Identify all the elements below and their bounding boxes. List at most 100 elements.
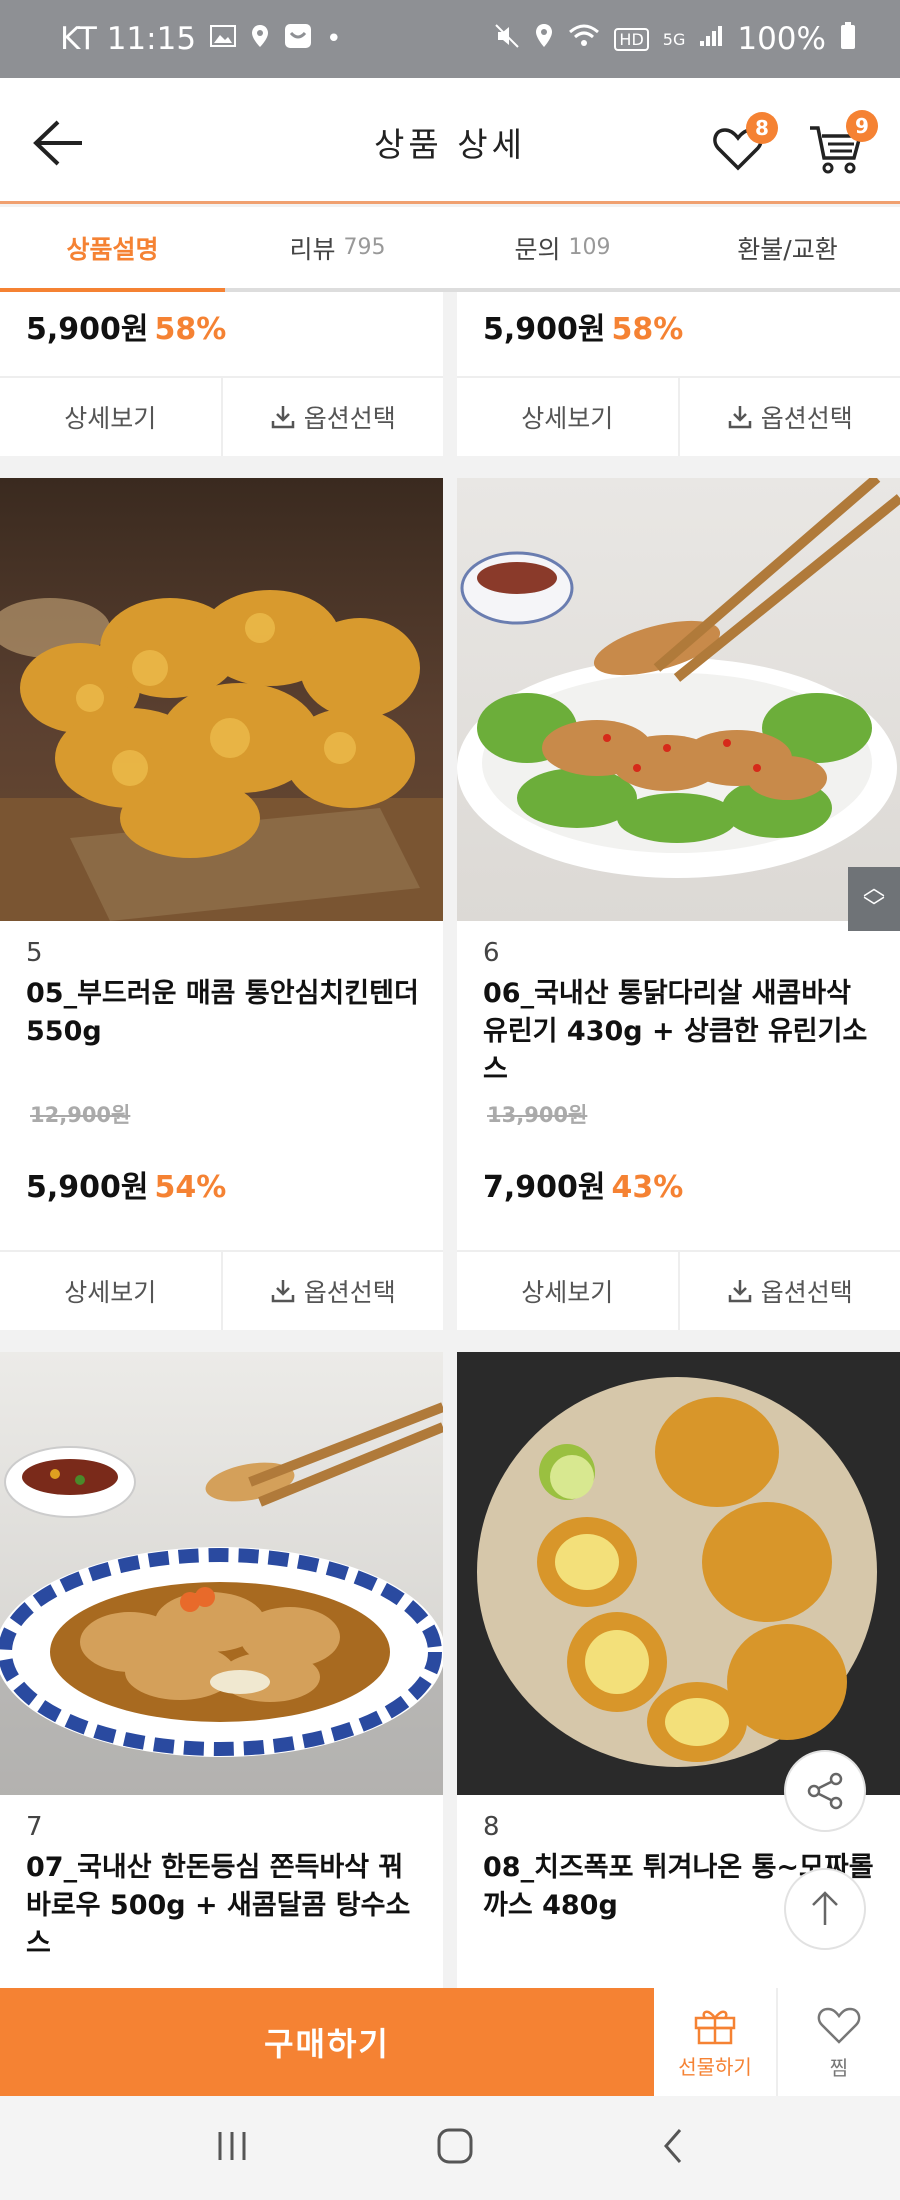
tab-count: 795 — [343, 235, 386, 260]
option-label: 옵션선택 — [760, 404, 853, 433]
wishlist-button[interactable]: 8 — [712, 112, 778, 172]
gift-icon — [694, 2010, 736, 2044]
battery-icon — [840, 21, 856, 57]
product-image[interactable] — [0, 478, 443, 921]
price-value: 5,900원 — [26, 1170, 149, 1205]
wishlist-count-badge: 8 — [746, 112, 778, 144]
product-card[interactable]: 7 07_국내산 한돈등심 쫀득바삭 꿔바로우 500g + 새콤달콤 탕수소스 — [0, 1352, 443, 1990]
detail-button[interactable]: 상세보기 — [457, 378, 678, 456]
detail-label: 상세보기 — [521, 1278, 614, 1307]
cart-count-badge: 9 — [846, 110, 878, 142]
system-back-button[interactable] — [658, 2126, 688, 2170]
tab-description[interactable]: 상품설명 — [0, 207, 225, 292]
detail-button[interactable]: 상세보기 — [0, 1252, 221, 1330]
card-actions: 상세보기 옵션선택 — [0, 1250, 443, 1330]
status-time: KT 11:15 — [60, 21, 197, 57]
tab-label: 환불/교환 — [737, 234, 838, 264]
product-number: 8 — [483, 1812, 500, 1842]
buy-button[interactable]: 구매하기 — [0, 1988, 654, 2096]
card-actions: 상세보기 옵션선택 — [457, 1250, 900, 1330]
status-right: HD 5G 100% — [494, 21, 856, 57]
share-button[interactable] — [784, 1750, 866, 1832]
download-icon — [271, 406, 294, 429]
heart-outline-icon — [817, 2007, 861, 2044]
tab-label: 문의 — [514, 234, 561, 264]
tab-count: 109 — [568, 235, 611, 260]
scroll-top-button[interactable] — [784, 1868, 866, 1950]
product-number: 7 — [26, 1812, 43, 1842]
option-label: 옵션선택 — [303, 404, 396, 433]
zzim-button[interactable]: 찜 — [778, 1988, 900, 2096]
product-card[interactable]: 5,900원 58% — [457, 292, 900, 376]
system-nav-bar — [0, 2096, 900, 2200]
sale-price: 7,900원 43% — [483, 1162, 683, 1206]
chevron-down-icon: ﹀ — [862, 896, 885, 921]
download-icon — [728, 1280, 751, 1303]
tab-refund[interactable]: 환불/교환 — [675, 207, 900, 288]
app-notification-icon — [284, 23, 312, 56]
discount-percent: 54% — [154, 1170, 227, 1205]
scroll-updown-button[interactable]: ︿ ﹀ — [848, 867, 900, 931]
price-value: 5,900원 — [483, 312, 606, 347]
option-label: 옵션선택 — [760, 1278, 853, 1307]
card-actions: 상세보기 옵션선택 — [457, 376, 900, 456]
discount-percent: 58% — [611, 312, 684, 347]
detail-button[interactable]: 상세보기 — [0, 378, 221, 456]
original-price: 12,900원 — [30, 1103, 131, 1127]
product-name[interactable]: 05_부드러운 매콤 통안심치킨텐더 550g — [26, 975, 426, 1051]
home-button[interactable] — [435, 2126, 475, 2170]
original-price: 13,900원 — [487, 1103, 588, 1127]
product-grid[interactable]: 5,900원 58% 5,900원 58% 상세보기 옵션선택 상세보기 옵션선택 — [0, 292, 900, 1990]
arrow-up-icon — [812, 1891, 838, 1925]
detail-label: 상세보기 — [64, 404, 157, 433]
price-value: 7,900원 — [483, 1170, 606, 1205]
detail-button[interactable]: 상세보기 — [457, 1252, 678, 1330]
battery-percent: 100% — [737, 21, 826, 57]
status-left: KT 11:15 • — [60, 21, 341, 57]
sale-price: 5,900원 58% — [26, 304, 226, 348]
option-select-button[interactable]: 옵션선택 — [220, 1252, 444, 1330]
recent-apps-icon — [218, 2132, 246, 2160]
hd-badge: HD — [614, 27, 649, 51]
product-card[interactable]: 5 05_부드러운 매콤 통안심치킨텐더 550g 12,900원 5,900원… — [0, 478, 443, 1250]
product-image[interactable] — [457, 478, 900, 921]
cart-button[interactable]: 9 — [808, 110, 878, 176]
status-bar: KT 11:15 • HD 5G 100% — [0, 0, 900, 78]
mute-icon — [494, 23, 520, 56]
tab-reviews[interactable]: 리뷰 795 — [225, 207, 450, 288]
home-icon — [437, 2128, 473, 2164]
5g-badge: 5G — [662, 29, 686, 49]
app-header: 상품 상세 8 9 — [0, 78, 900, 204]
card-actions: 상세보기 옵션선택 — [0, 376, 443, 456]
detail-label: 상세보기 — [64, 1278, 157, 1307]
option-label: 옵션선택 — [303, 1278, 396, 1307]
detail-label: 상세보기 — [521, 404, 614, 433]
gift-button[interactable]: 선물하기 — [654, 1988, 778, 2096]
option-select-button[interactable]: 옵션선택 — [677, 378, 900, 456]
product-card[interactable]: 6 06_국내산 통닭다리살 새콤바삭 유린기 430g + 상큼한 유린기소스… — [457, 478, 900, 1250]
option-select-button[interactable]: 옵션선택 — [220, 378, 444, 456]
price-value: 5,900원 — [26, 312, 149, 347]
recent-apps-button[interactable] — [212, 2128, 252, 2168]
tab-label: 리뷰 — [289, 234, 336, 264]
gallery-icon — [210, 24, 237, 54]
option-select-button[interactable]: 옵션선택 — [677, 1252, 900, 1330]
download-icon — [271, 1280, 294, 1303]
discount-percent: 58% — [154, 312, 227, 347]
product-image[interactable] — [457, 1352, 900, 1795]
tab-inquiry[interactable]: 문의 109 — [450, 207, 675, 288]
location-pin-icon — [250, 24, 270, 55]
tab-label: 상품설명 — [66, 234, 159, 264]
product-card[interactable]: 5,900원 58% — [0, 292, 443, 376]
location-icon — [534, 23, 554, 56]
dot-icon: • — [326, 24, 342, 54]
chevron-left-icon — [664, 2129, 682, 2163]
product-image[interactable] — [0, 1352, 443, 1795]
wifi-icon — [568, 24, 600, 55]
product-name[interactable]: 07_국내산 한돈등심 쫀득바삭 꿔바로우 500g + 새콤달콤 탕수소스 — [26, 1849, 426, 1963]
product-tabs: 상품설명 리뷰 795 문의 109 환불/교환 — [0, 207, 900, 292]
product-name[interactable]: 06_국내산 통닭다리살 새콤바삭 유린기 430g + 상큼한 유린기소스 — [483, 975, 883, 1089]
sale-price: 5,900원 58% — [483, 304, 683, 348]
bottom-action-bar: 구매하기 선물하기 찜 — [0, 1988, 900, 2096]
zzim-label: 찜 — [829, 2055, 849, 2080]
